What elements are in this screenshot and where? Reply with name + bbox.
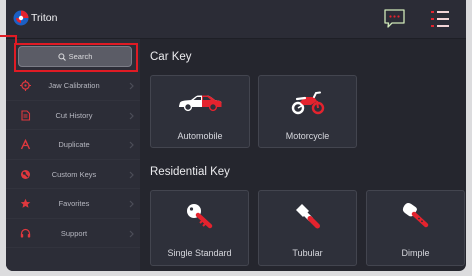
chevron-right-icon (129, 171, 134, 179)
chevron-right-icon (129, 141, 134, 149)
document-icon (20, 109, 31, 121)
sidebar-menu: Jaw Calibration Cut History Duplicate Cu… (6, 71, 140, 248)
menu-list-icon[interactable] (429, 8, 451, 30)
card-automobile[interactable]: Automobile (150, 75, 250, 148)
sidebar-item-label: Custom Keys (51, 169, 97, 179)
chevron-right-icon (129, 82, 134, 90)
top-bar: Triton (6, 0, 466, 39)
sidebar-item-cut-history[interactable]: Cut History (6, 101, 140, 130)
search-label: Search (68, 52, 93, 61)
support-icon (20, 228, 31, 239)
tubular-key-icon (259, 202, 356, 230)
sidebar-item-duplicate[interactable]: Duplicate (6, 130, 140, 160)
app-title: Triton (31, 12, 58, 24)
sidebar-item-label: Favorites (58, 199, 90, 208)
single-standard-key-icon (151, 202, 248, 230)
sidebar-item-jaw-calibration[interactable]: Jaw Calibration (6, 71, 140, 101)
card-tubular[interactable]: Tubular (258, 190, 357, 266)
sidebar-item-label: Jaw Calibration (48, 81, 100, 90)
custom-keys-icon (20, 169, 31, 180)
dimple-key-icon (367, 202, 464, 230)
triton-logo-icon (12, 9, 30, 27)
search-icon (58, 52, 66, 61)
search-button[interactable]: Search (18, 46, 132, 67)
sidebar: Search Jaw Calibration Cut History Dupli… (6, 39, 140, 271)
sidebar-item-custom-keys[interactable]: Custom Keys (6, 160, 140, 189)
section-title-residential-key: Residential Key (150, 166, 230, 178)
chat-icon[interactable] (383, 8, 406, 29)
duplicate-icon (20, 139, 31, 150)
motorcycle-icon (259, 89, 356, 115)
target-icon (20, 80, 31, 91)
car-icon (151, 93, 249, 113)
chevron-right-icon (129, 112, 134, 120)
card-motorcycle[interactable]: Motorcycle (258, 75, 357, 148)
chevron-right-icon (129, 230, 134, 238)
card-label: Tubular (292, 248, 323, 258)
card-single-standard[interactable]: Single Standard (150, 190, 249, 266)
sidebar-item-label: Duplicate (58, 140, 90, 149)
card-label: Dimple (401, 248, 430, 258)
sidebar-item-support[interactable]: Support (6, 219, 140, 248)
card-dimple[interactable]: Dimple (366, 190, 465, 266)
sidebar-item-label: Support (60, 228, 88, 238)
card-label: Motorcycle (285, 131, 330, 141)
device-screen: Triton Search Jaw Calibration Cut Histor… (6, 0, 466, 271)
card-label: Single Standard (167, 248, 232, 258)
sidebar-item-favorites[interactable]: Favorites (6, 189, 140, 219)
card-label: Automobile (177, 131, 223, 141)
chevron-right-icon (129, 200, 134, 208)
sidebar-item-label: Cut History (55, 110, 93, 120)
section-title-car-key: Car Key (150, 51, 192, 63)
favorites-icon (20, 198, 31, 209)
